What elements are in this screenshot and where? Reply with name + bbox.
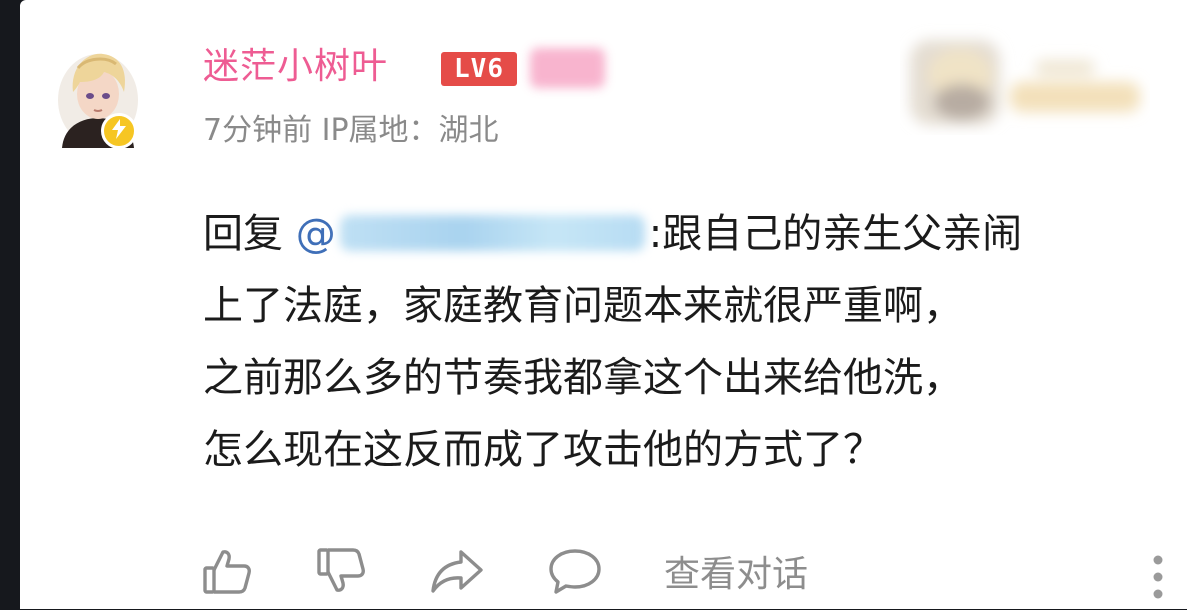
thumbs-up-icon	[200, 544, 254, 602]
more-vertical-icon	[1145, 555, 1171, 610]
like-button[interactable]	[198, 544, 256, 602]
reply-button[interactable]	[546, 544, 604, 602]
share-icon	[429, 546, 485, 600]
level-badge: LV6	[441, 52, 517, 86]
dislike-button[interactable]	[312, 544, 370, 602]
comment-bubble-icon	[547, 545, 603, 601]
verified-badge	[101, 113, 137, 149]
action-bar: 查看对话	[0, 540, 1187, 609]
comment-meta: 7分钟前 IP属地：湖北	[203, 113, 499, 148]
comment-line-4: 怎么现在这反而成了攻击他的方式了？	[203, 427, 883, 473]
view-conversation-button[interactable]: 查看对话	[664, 550, 808, 600]
blurred-medal	[530, 48, 605, 88]
comment-text-1: :跟自己的亲生父亲闹	[648, 211, 1023, 257]
blurred-mention-name	[339, 215, 645, 251]
reply-prefix: 回复	[203, 211, 283, 257]
comment-line-1: 回复 @ :跟自己的亲生父亲闹	[203, 198, 1163, 270]
more-options-button[interactable]	[1145, 548, 1171, 606]
lightning-icon	[110, 119, 128, 143]
mention-at: @	[295, 211, 336, 257]
username[interactable]: 迷茫小树叶	[203, 42, 388, 92]
blurred-decoration	[900, 20, 1150, 135]
comment-body: 回复 @ :跟自己的亲生父亲闹 上了法庭，家庭教育问题本来就很严重啊， 之前那么多…	[203, 198, 1163, 486]
share-button[interactable]	[428, 544, 486, 602]
comment-line-3: 之前那么多的节奏我都拿这个出来给他洗，	[203, 355, 963, 401]
comment-line-2: 上了法庭，家庭教育问题本来就很严重啊，	[203, 283, 963, 329]
thumbs-down-icon	[314, 544, 368, 602]
mention-link[interactable]: @	[296, 211, 649, 257]
screen: 迷茫小树叶 LV6 7分钟前 IP属地：湖北 回复 @ :跟自己的亲生父亲闹 上了…	[0, 0, 1187, 609]
